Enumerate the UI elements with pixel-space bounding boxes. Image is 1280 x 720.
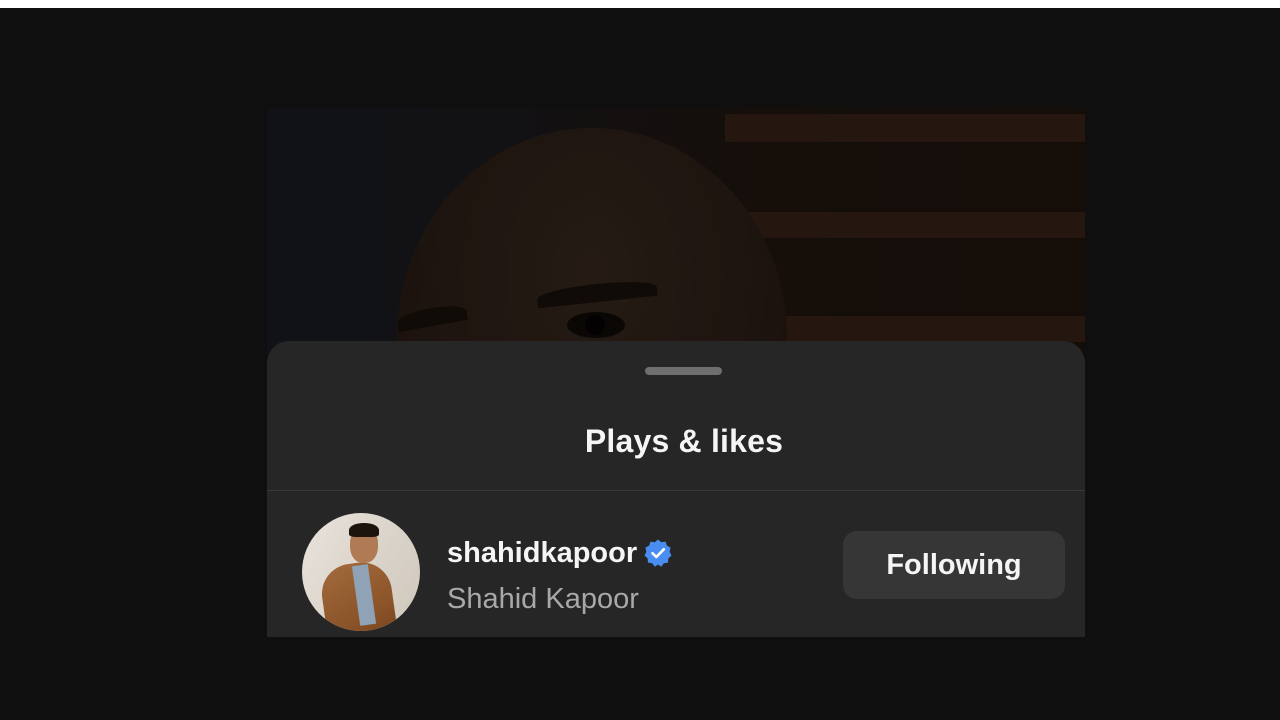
verified-badge-icon	[643, 538, 673, 568]
phone-screen: Plays & likes shahidkapoor Shahid Kapoor	[267, 108, 1085, 637]
avatar[interactable]	[302, 513, 420, 631]
full-name: Shahid Kapoor	[447, 583, 639, 615]
top-edge	[0, 0, 1280, 8]
video-background	[267, 108, 1085, 368]
sheet-title: Plays & likes	[584, 423, 784, 459]
avatar-figure-hair	[349, 523, 379, 537]
following-button[interactable]: Following	[843, 531, 1065, 599]
username[interactable]: shahidkapoor	[447, 537, 637, 570]
sheet-drag-handle[interactable]	[645, 367, 722, 375]
dim-overlay[interactable]	[267, 108, 1085, 368]
username-line[interactable]: shahidkapoor	[447, 533, 673, 573]
plays-likes-sheet: Plays & likes shahidkapoor Shahid Kapoor	[267, 341, 1085, 637]
user-list-item[interactable]: shahidkapoor Shahid Kapoor Following	[267, 491, 1085, 637]
